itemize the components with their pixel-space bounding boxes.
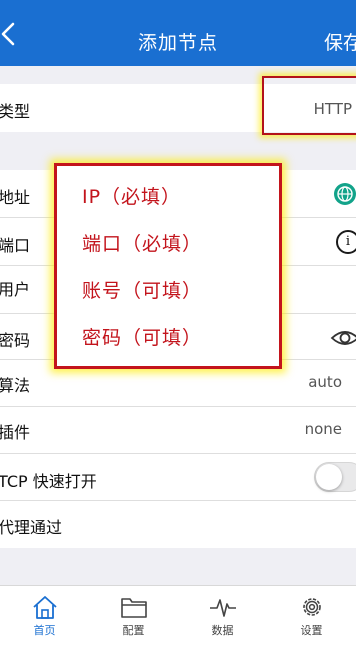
user-label: 用户	[0, 280, 31, 299]
tab-label: 首页	[33, 624, 56, 637]
pulse-icon	[210, 599, 236, 617]
tab-data[interactable]: 数据	[178, 586, 267, 659]
tab-bar: 首页 配置 数据 设置	[0, 585, 356, 659]
tab-label: 数据	[211, 624, 234, 637]
annotation-box: IP（必填） 端口（必填） 账号（可填） 密码（可填）	[54, 163, 282, 369]
save-button[interactable]: 保存	[324, 28, 356, 55]
type-highlight-box	[262, 76, 356, 135]
row-proxy-through[interactable]: 代理通过	[0, 501, 356, 549]
row-plugin[interactable]: 插件 none	[0, 407, 356, 455]
annotation-line: IP（必填）	[82, 186, 182, 208]
algorithm-value: auto	[308, 373, 342, 391]
annotation-line: 账号（可填）	[82, 280, 203, 302]
password-label: 密码	[0, 331, 31, 350]
tab-settings[interactable]: 设置	[267, 586, 356, 659]
home-icon	[33, 596, 57, 619]
tcp-fast-open-toggle[interactable]	[314, 462, 356, 492]
tab-label: 配置	[122, 624, 145, 637]
plugin-label: 插件	[0, 423, 31, 442]
tab-label: 设置	[300, 624, 323, 637]
tcp-fast-open-label: TCP 快速打开	[0, 472, 97, 491]
port-label: 端口	[0, 236, 31, 255]
gear-icon	[303, 598, 321, 616]
type-label: 类型	[0, 102, 31, 121]
page-title: 添加节点	[137, 32, 218, 54]
toggle-knob	[316, 464, 342, 490]
annotation-line: 端口（必填）	[82, 233, 203, 255]
address-label: 地址	[0, 188, 31, 207]
eye-icon[interactable]	[330, 326, 356, 350]
tab-home[interactable]: 首页	[0, 586, 89, 659]
annotation-line: 密码（可填）	[82, 327, 203, 349]
globe-icon[interactable]	[334, 183, 356, 205]
plugin-value: none	[304, 420, 342, 438]
algorithm-label: 算法	[0, 376, 31, 395]
folder-icon	[121, 598, 147, 618]
row-tcp-fast-open: TCP 快速打开	[0, 454, 356, 502]
info-icon[interactable]: i	[336, 230, 356, 254]
proxy-through-label: 代理通过	[0, 518, 63, 537]
nav-bar: 添加节点 保存	[0, 0, 356, 66]
tab-config[interactable]: 配置	[89, 586, 178, 659]
